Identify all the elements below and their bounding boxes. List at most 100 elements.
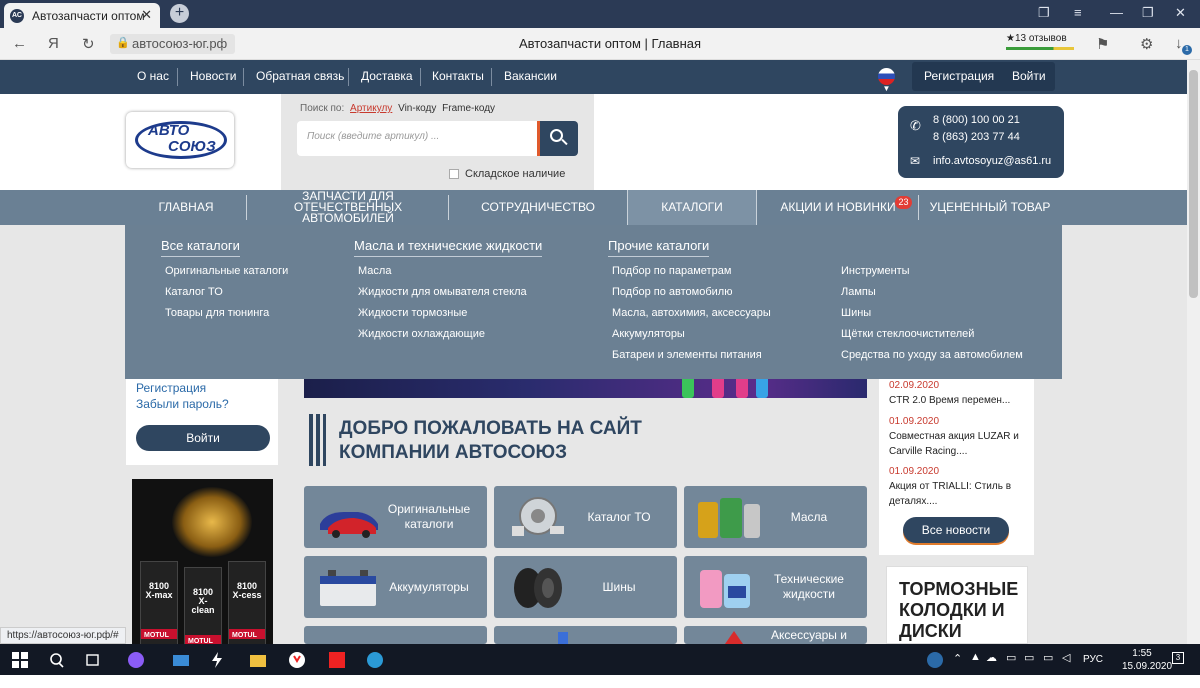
dropdown-item[interactable]: Жидкости для омывателя стекла — [358, 286, 527, 298]
network-icon[interactable]: ▭ — [1043, 651, 1053, 664]
tile-partial[interactable] — [304, 626, 487, 644]
windows-start-icon[interactable] — [11, 651, 29, 669]
settings-icon[interactable]: ≡ — [1074, 5, 1082, 20]
close-window-icon[interactable]: ✕ — [1175, 5, 1186, 21]
tile-original-catalogs[interactable]: Оригинальные каталоги — [304, 486, 487, 548]
volume-icon[interactable]: ◁ — [1062, 651, 1070, 664]
phone-1[interactable]: 8 (800) 100 00 21 — [933, 114, 1020, 126]
news-text[interactable]: Акция от TRIALLI: Стиль в деталях.... — [889, 479, 1029, 509]
nav-delivery[interactable]: Доставка — [361, 69, 413, 83]
help-icon[interactable] — [926, 651, 944, 669]
reload-icon[interactable]: ↻ — [82, 35, 95, 53]
search-mode-article[interactable]: Артикулу — [350, 103, 392, 114]
all-news-button[interactable]: Все новости — [903, 517, 1009, 543]
cloud-icon[interactable]: ☁ — [986, 651, 997, 664]
battery-icon[interactable]: ▭ — [1006, 651, 1016, 664]
language-flag-icon[interactable] — [878, 68, 895, 85]
dropdown-item[interactable]: Лампы — [841, 286, 876, 298]
dropdown-item[interactable]: Подбор по параметрам — [612, 265, 731, 277]
file-explorer-icon[interactable] — [249, 651, 267, 669]
mainnav-promotions[interactable]: АКЦИИ И НОВИНКИ — [758, 190, 918, 225]
sidebar-login-button[interactable]: Войти — [136, 425, 270, 451]
dropdown-item[interactable]: Оригинальные каталоги — [165, 265, 288, 277]
mainnav-catalogs[interactable]: КАТАЛОГИ — [627, 190, 757, 225]
reviews-badge[interactable]: ★13 отзывов — [1006, 33, 1075, 50]
new-tab-button[interactable]: + — [170, 4, 189, 23]
search-button[interactable] — [537, 121, 578, 156]
nav-about[interactable]: О нас — [137, 69, 169, 83]
site-logo[interactable]: АВТО СОЮЗ — [126, 112, 234, 168]
dropdown-item[interactable]: Жидкости охлаждающие — [358, 328, 485, 340]
nav-contacts[interactable]: Контакты — [432, 69, 484, 83]
register-link[interactable]: Регистрация — [924, 69, 994, 83]
bookmarks-icon[interactable]: ❐ — [1038, 5, 1050, 21]
sidebar-register-link[interactable]: Регистрация — [136, 381, 206, 395]
mainnav-cooperation[interactable]: СОТРУДНИЧЕСТВО — [450, 190, 626, 225]
browser-tab[interactable]: АС Автозапчасти оптом ✕ — [4, 3, 160, 28]
dropdown-item[interactable]: Батареи и элементы питания — [612, 349, 762, 361]
mainnav-discounted[interactable]: УЦЕНЕННЫЙ ТОВАР — [920, 190, 1060, 225]
news-item[interactable]: 02.09.2020 CTR 2.0 Время перемен... — [889, 378, 1029, 408]
dropdown-heading-oils[interactable]: Масла и технические жидкости — [354, 238, 543, 257]
tile-oils[interactable]: Масла — [684, 486, 867, 548]
tile-accessories[interactable]: Аксессуары и — [684, 626, 867, 644]
notifications-icon[interactable]: 3 — [1172, 652, 1184, 664]
nav-feedback[interactable]: Обратная связь — [256, 69, 344, 83]
dropdown-item[interactable]: Подбор по автомобилю — [612, 286, 732, 298]
dropdown-item[interactable]: Каталог ТО — [165, 286, 223, 298]
tile-tires[interactable]: Шины — [494, 556, 677, 618]
brake-pads-ad[interactable]: ТОРМОЗНЫЕ КОЛОДКИ И ДИСКИ — [886, 566, 1028, 644]
task-view-icon[interactable] — [84, 651, 102, 669]
alice-icon[interactable] — [127, 651, 145, 669]
nav-vacancies[interactable]: Вакансии — [504, 69, 557, 83]
search-mode-frame[interactable]: Frame-коду — [442, 103, 495, 114]
dropdown-item[interactable]: Масла — [358, 265, 391, 277]
system-clock[interactable]: 1:55 15.09.2020 — [1122, 647, 1172, 673]
minimize-icon[interactable]: — — [1110, 5, 1123, 20]
mainnav-home[interactable]: ГЛАВНАЯ — [126, 190, 246, 225]
dropdown-item[interactable]: Товары для тюнинга — [165, 307, 269, 319]
stock-checkbox[interactable]: Складское наличие — [449, 168, 565, 180]
news-item[interactable]: 01.09.2020 Акция от TRIALLI: Стиль в дет… — [889, 464, 1029, 509]
dropdown-heading-other[interactable]: Прочие каталоги — [608, 238, 710, 257]
language-indicator[interactable]: РУС — [1083, 654, 1103, 665]
mail-icon[interactable] — [172, 651, 190, 669]
dropdown-heading-all[interactable]: Все каталоги — [161, 238, 240, 257]
yandex-browser-icon[interactable] — [288, 651, 306, 669]
forgot-password-link[interactable]: Забыли пароль? — [136, 397, 229, 411]
dropdown-item[interactable]: Жидкости тормозные — [358, 307, 467, 319]
chevron-up-icon[interactable]: ⌃ — [953, 652, 962, 665]
search-icon[interactable] — [48, 651, 66, 669]
extensions-icon[interactable]: ⚙ — [1140, 35, 1153, 53]
phone-2[interactable]: 8 (863) 203 77 44 — [933, 131, 1020, 143]
tile-technical-fluids[interactable]: Технические жидкости — [684, 556, 867, 618]
dropdown-item[interactable]: Инструменты — [841, 265, 910, 277]
page-scrollbar[interactable] — [1187, 60, 1200, 644]
tile-maintenance-catalog[interactable]: Каталог ТО — [494, 486, 677, 548]
promo-banner[interactable] — [304, 378, 867, 398]
yandex-icon[interactable]: Я — [48, 35, 59, 52]
mainnav-domestic-parts[interactable]: ЗАПЧАСТИ ДЛЯ ОТЕЧЕСТВЕННЫХ АВТОМОБИЛЕЙ — [250, 190, 446, 225]
display-icon[interactable]: ▭ — [1024, 651, 1034, 664]
back-arrow-icon[interactable]: ← — [12, 35, 27, 52]
login-link[interactable]: Войти — [1012, 69, 1046, 83]
yandex-icon[interactable] — [328, 651, 346, 669]
tile-partial[interactable] — [494, 626, 677, 644]
search-mode-vin[interactable]: Vin-коду — [398, 103, 436, 114]
scrollbar-thumb[interactable] — [1189, 70, 1198, 298]
news-text[interactable]: CTR 2.0 Время перемен... — [889, 393, 1029, 408]
url-field[interactable]: 🔒 автосоюз-юг.рф — [110, 34, 236, 54]
nav-news[interactable]: Новости — [190, 69, 236, 83]
tile-batteries[interactable]: Аккумуляторы — [304, 556, 487, 618]
maximize-icon[interactable]: ❐ — [1142, 5, 1154, 21]
dropdown-item[interactable]: Щётки стеклоочистителей — [841, 328, 974, 340]
dropdown-item[interactable]: Аккумуляторы — [612, 328, 685, 340]
dropdown-item[interactable]: Шины — [841, 307, 871, 319]
checkbox-icon[interactable] — [449, 169, 459, 179]
close-tab-icon[interactable]: ✕ — [141, 7, 152, 23]
email-link[interactable]: info.avtosoyuz@as61.ru — [933, 155, 1051, 167]
motul-ad-banner[interactable]: 8100 X-max MOTUL 8100 X-clean MOTUL 8100… — [132, 479, 273, 652]
news-item[interactable]: 01.09.2020 Совместная акция LUZAR и Carv… — [889, 414, 1029, 459]
network-icon[interactable]: ▲ — [970, 651, 981, 663]
dropdown-item[interactable]: Средства по уходу за автомобилем — [841, 349, 1023, 361]
